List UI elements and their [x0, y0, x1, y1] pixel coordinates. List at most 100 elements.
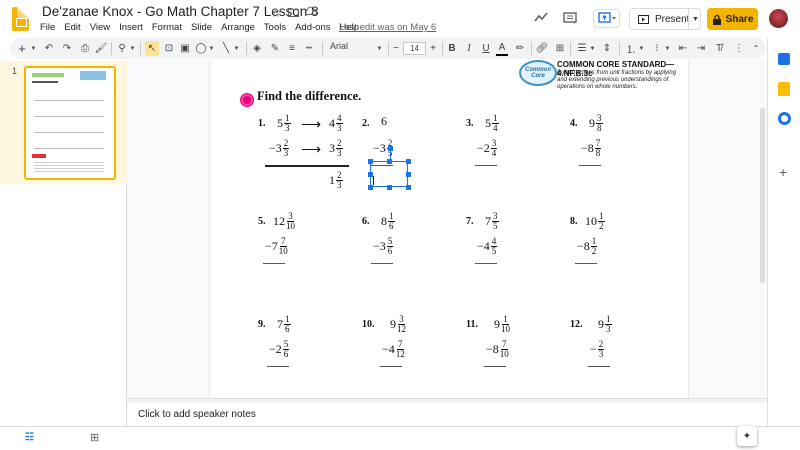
- explore-icon[interactable]: ✦: [737, 426, 757, 446]
- present-options-button[interactable]: [593, 9, 620, 28]
- fill-color-icon[interactable]: ◈: [250, 41, 264, 56]
- bot-denominator: 4: [491, 148, 497, 158]
- activity-dashboard-icon[interactable]: [533, 9, 549, 25]
- last-edit-link[interactable]: Last edit was on May 6: [339, 22, 436, 33]
- present-dropdown-icon[interactable]: ▼: [688, 8, 702, 30]
- bot-whole: −2: [269, 342, 282, 356]
- account-avatar[interactable]: [769, 9, 788, 28]
- menu-addons[interactable]: Add-ons: [295, 22, 330, 33]
- menu-view[interactable]: View: [90, 22, 110, 33]
- menu-slide[interactable]: Slide: [191, 22, 212, 33]
- zoom-dropdown-icon[interactable]: ▼: [129, 41, 136, 56]
- line-spacing-icon[interactable]: ⇕: [600, 41, 614, 56]
- increase-indent-icon[interactable]: ⇥: [694, 41, 708, 56]
- image-icon[interactable]: ▣: [178, 41, 192, 56]
- shape-icon[interactable]: ◯: [194, 41, 208, 56]
- conv-denominator: 3: [337, 123, 342, 133]
- scrollbar-thumb[interactable]: [760, 108, 765, 283]
- menu-file[interactable]: File: [40, 22, 55, 33]
- calendar-icon[interactable]: [778, 53, 790, 65]
- new-slide-icon[interactable]: +: [16, 41, 28, 56]
- answer-line: [371, 263, 393, 264]
- resize-handle-mr[interactable]: [406, 172, 411, 177]
- bulleted-list-icon[interactable]: ⁝: [650, 41, 664, 56]
- menu-arrange[interactable]: Arrange: [221, 22, 255, 33]
- insert-link-icon[interactable]: 🔗︎: [535, 41, 549, 56]
- print-icon[interactable]: ⎙: [78, 41, 92, 56]
- resize-handle-tr[interactable]: [406, 159, 411, 164]
- select-tool-icon[interactable]: ↖: [145, 41, 159, 56]
- notes-divider-handle[interactable]: [127, 398, 767, 403]
- top-denominator: 3: [606, 324, 611, 334]
- top-whole: 10: [585, 214, 597, 228]
- numbered-list-dropdown-icon[interactable]: ▼: [638, 41, 645, 56]
- highlight-color-icon[interactable]: ✏︎: [513, 41, 527, 56]
- resize-handle-tl[interactable]: [368, 159, 373, 164]
- ans-mixed-number: 123: [329, 171, 343, 190]
- menu-edit[interactable]: Edit: [64, 22, 80, 33]
- font-size-input[interactable]: 14: [403, 42, 426, 55]
- numbered-list-icon[interactable]: ⒈: [624, 41, 638, 56]
- add-comment-icon[interactable]: ⊞: [553, 41, 567, 56]
- resize-handle-bm[interactable]: [387, 185, 392, 190]
- align-dropdown-icon[interactable]: ▼: [589, 41, 596, 56]
- border-dash-icon[interactable]: ┅: [302, 41, 316, 56]
- slides-logo-icon[interactable]: [12, 7, 29, 31]
- comments-icon[interactable]: [562, 10, 578, 26]
- grid-view-icon[interactable]: ⊞: [90, 431, 99, 444]
- zoom-icon[interactable]: ⚲: [115, 41, 129, 56]
- undo-icon[interactable]: ↶: [42, 41, 56, 56]
- thumb-badge: [80, 71, 106, 80]
- menu-format[interactable]: Format: [152, 22, 182, 33]
- selected-text-box[interactable]: [370, 161, 408, 187]
- slide-thumbnail[interactable]: [24, 66, 116, 180]
- underline-icon[interactable]: U: [480, 41, 492, 56]
- problem-number: 11.: [466, 319, 478, 330]
- paint-format-icon[interactable]: 🖌︎: [94, 41, 108, 56]
- clear-formatting-icon[interactable]: T̸: [712, 41, 726, 56]
- resize-handle-tm[interactable]: [387, 159, 392, 164]
- get-addons-icon[interactable]: +: [779, 164, 791, 180]
- font-dropdown-icon[interactable]: ▼: [376, 41, 383, 56]
- move-folder-icon[interactable]: [288, 6, 299, 20]
- star-icon[interactable]: ☆: [271, 6, 282, 20]
- italic-icon[interactable]: I: [463, 41, 475, 56]
- border-weight-icon[interactable]: ≡: [285, 41, 299, 56]
- shape-dropdown-icon[interactable]: ▼: [208, 41, 215, 56]
- font-size-decrease-icon[interactable]: −: [391, 41, 401, 56]
- answer-line: [575, 263, 597, 264]
- text-box-icon[interactable]: ⊡: [162, 41, 176, 56]
- top-mixed-number: 6: [381, 114, 387, 129]
- border-color-icon[interactable]: ✎: [268, 41, 282, 56]
- bot-fraction: 7 10: [279, 237, 288, 256]
- menu-tools[interactable]: Tools: [264, 22, 286, 33]
- align-icon[interactable]: ☰: [575, 41, 589, 56]
- bot-fraction: 34: [490, 139, 498, 158]
- resize-handle-bl[interactable]: [368, 185, 373, 190]
- decrease-indent-icon[interactable]: ⇤: [676, 41, 690, 56]
- text-color-icon[interactable]: A: [496, 41, 508, 56]
- resize-handle-br[interactable]: [406, 185, 411, 190]
- bot-mixed-number: −2 3 4: [477, 139, 498, 158]
- top-denominator: 6: [285, 324, 290, 334]
- bulleted-list-dropdown-icon[interactable]: ▼: [664, 41, 671, 56]
- keep-icon[interactable]: [778, 82, 790, 96]
- redo-icon[interactable]: ↷: [60, 41, 74, 56]
- tasks-icon[interactable]: [778, 112, 791, 125]
- bot-whole: −2: [477, 141, 490, 155]
- cloud-status-icon[interactable]: [304, 5, 317, 19]
- font-size-increase-icon[interactable]: +: [428, 41, 438, 56]
- bold-icon[interactable]: B: [446, 41, 458, 56]
- collapse-toolbar-icon[interactable]: ⌃: [750, 41, 762, 56]
- menu-insert[interactable]: Insert: [119, 22, 143, 33]
- share-button[interactable]: Share: [707, 8, 758, 30]
- bot-whole: −8: [577, 239, 590, 253]
- line-icon[interactable]: ╲: [219, 41, 233, 56]
- line-dropdown-icon[interactable]: ▼: [233, 41, 240, 56]
- new-slide-dropdown-icon[interactable]: ▼: [30, 41, 37, 56]
- problem-number: 8.: [570, 216, 578, 227]
- more-options-icon[interactable]: ⋮: [733, 41, 745, 56]
- font-family-select[interactable]: Arial: [330, 41, 348, 51]
- speaker-notes[interactable]: Click to add speaker notes: [138, 409, 256, 420]
- filmstrip-view-icon[interactable]: ☷: [25, 432, 34, 443]
